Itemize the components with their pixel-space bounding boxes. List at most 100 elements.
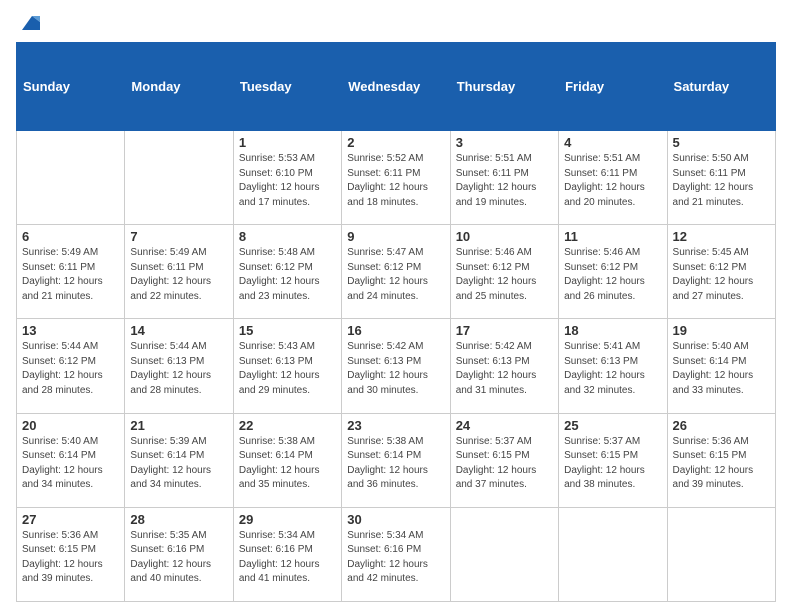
- calendar-cell: 17 Sunrise: 5:42 AM Sunset: 6:13 PM Dayli…: [450, 319, 558, 413]
- day-info: Sunrise: 5:49 AM Sunset: 6:11 PM Dayligh…: [130, 246, 227, 304]
- day-number: 22: [239, 418, 336, 433]
- calendar-table: SundayMondayTuesdayWednesdayThursdayFrid…: [16, 42, 776, 602]
- day-info: Sunrise: 5:50 AM Sunset: 6:11 PM Dayligh…: [673, 152, 770, 210]
- calendar-week-row: 27Sunrise: 5:36 AM Sunset: 6:15 PM Dayli…: [17, 507, 776, 601]
- calendar-cell: [450, 507, 558, 601]
- day-number: 18: [564, 323, 661, 338]
- day-number: 19: [673, 323, 770, 338]
- logo-icon: [18, 12, 40, 34]
- day-number: 16: [347, 323, 444, 338]
- day-number: 28: [130, 512, 227, 527]
- day-number: 12: [673, 229, 770, 244]
- calendar-cell: 8 Sunrise: 5:48 AM Sunset: 6:12 PM Daylig…: [233, 225, 341, 319]
- day-number: 23: [347, 418, 444, 433]
- day-number: 29: [239, 512, 336, 527]
- calendar-cell: 10 Sunrise: 5:46 AM Sunset: 6:12 PM Dayli…: [450, 225, 558, 319]
- day-info: Sunrise: 5:44 AM Sunset: 6:12 PM Dayligh…: [22, 340, 119, 398]
- calendar-cell: 27Sunrise: 5:36 AM Sunset: 6:15 PM Dayli…: [17, 507, 125, 601]
- col-header-thursday: Thursday: [450, 43, 558, 131]
- day-number: 5: [673, 135, 770, 150]
- calendar-cell: 30Sunrise: 5:34 AM Sunset: 6:16 PM Dayli…: [342, 507, 450, 601]
- calendar-cell: 26 Sunrise: 5:36 AM Sunset: 6:15 PM Dayli…: [667, 413, 775, 507]
- day-number: 20: [22, 418, 119, 433]
- calendar-cell: 15Sunrise: 5:43 AM Sunset: 6:13 PM Dayli…: [233, 319, 341, 413]
- calendar-cell: 16 Sunrise: 5:42 AM Sunset: 6:13 PM Dayli…: [342, 319, 450, 413]
- day-info: Sunrise: 5:34 AM Sunset: 6:16 PM Dayligh…: [347, 529, 444, 587]
- header: [16, 12, 776, 34]
- day-info: Sunrise: 5:47 AM Sunset: 6:12 PM Dayligh…: [347, 246, 444, 304]
- calendar-cell: 20 Sunrise: 5:40 AM Sunset: 6:14 PM Dayli…: [17, 413, 125, 507]
- col-header-saturday: Saturday: [667, 43, 775, 131]
- day-number: 13: [22, 323, 119, 338]
- day-info: Sunrise: 5:46 AM Sunset: 6:12 PM Dayligh…: [456, 246, 553, 304]
- calendar-cell: 7 Sunrise: 5:49 AM Sunset: 6:11 PM Daylig…: [125, 225, 233, 319]
- day-info: Sunrise: 5:49 AM Sunset: 6:11 PM Dayligh…: [22, 246, 119, 304]
- calendar-cell: 2 Sunrise: 5:52 AM Sunset: 6:11 PM Daylig…: [342, 131, 450, 225]
- day-number: 1: [239, 135, 336, 150]
- day-info: Sunrise: 5:52 AM Sunset: 6:11 PM Dayligh…: [347, 152, 444, 210]
- col-header-wednesday: Wednesday: [342, 43, 450, 131]
- calendar-cell: [125, 131, 233, 225]
- calendar-cell: 24 Sunrise: 5:37 AM Sunset: 6:15 PM Dayli…: [450, 413, 558, 507]
- calendar-cell: 29 Sunrise: 5:34 AM Sunset: 6:16 PM Dayli…: [233, 507, 341, 601]
- day-info: Sunrise: 5:36 AM Sunset: 6:15 PM Dayligh…: [673, 435, 770, 493]
- day-number: 25: [564, 418, 661, 433]
- day-info: Sunrise: 5:40 AM Sunset: 6:14 PM Dayligh…: [22, 435, 119, 493]
- day-number: 10: [456, 229, 553, 244]
- calendar-cell: 9Sunrise: 5:47 AM Sunset: 6:12 PM Daylig…: [342, 225, 450, 319]
- calendar-cell: 11Sunrise: 5:46 AM Sunset: 6:12 PM Dayli…: [559, 225, 667, 319]
- day-number: 4: [564, 135, 661, 150]
- day-number: 27: [22, 512, 119, 527]
- calendar-cell: [17, 131, 125, 225]
- calendar-cell: 22 Sunrise: 5:38 AM Sunset: 6:14 PM Dayli…: [233, 413, 341, 507]
- day-info: Sunrise: 5:39 AM Sunset: 6:14 PM Dayligh…: [130, 435, 227, 493]
- calendar-week-row: 13 Sunrise: 5:44 AM Sunset: 6:12 PM Dayli…: [17, 319, 776, 413]
- calendar-cell: 4 Sunrise: 5:51 AM Sunset: 6:11 PM Daylig…: [559, 131, 667, 225]
- day-info: Sunrise: 5:48 AM Sunset: 6:12 PM Dayligh…: [239, 246, 336, 304]
- calendar-cell: 14Sunrise: 5:44 AM Sunset: 6:13 PM Dayli…: [125, 319, 233, 413]
- col-header-sunday: Sunday: [17, 43, 125, 131]
- day-number: 7: [130, 229, 227, 244]
- calendar-week-row: 6 Sunrise: 5:49 AM Sunset: 6:11 PM Daylig…: [17, 225, 776, 319]
- day-info: Sunrise: 5:46 AM Sunset: 6:12 PM Dayligh…: [564, 246, 661, 304]
- calendar-cell: 5 Sunrise: 5:50 AM Sunset: 6:11 PM Daylig…: [667, 131, 775, 225]
- day-number: 24: [456, 418, 553, 433]
- day-info: Sunrise: 5:44 AM Sunset: 6:13 PM Dayligh…: [130, 340, 227, 398]
- day-info: Sunrise: 5:42 AM Sunset: 6:13 PM Dayligh…: [456, 340, 553, 398]
- calendar-week-row: 1 Sunrise: 5:53 AM Sunset: 6:10 PM Daylig…: [17, 131, 776, 225]
- day-number: 6: [22, 229, 119, 244]
- calendar-week-row: 20 Sunrise: 5:40 AM Sunset: 6:14 PM Dayli…: [17, 413, 776, 507]
- calendar-cell: 18 Sunrise: 5:41 AM Sunset: 6:13 PM Dayli…: [559, 319, 667, 413]
- day-info: Sunrise: 5:38 AM Sunset: 6:14 PM Dayligh…: [347, 435, 444, 493]
- calendar-cell: 19Sunrise: 5:40 AM Sunset: 6:14 PM Dayli…: [667, 319, 775, 413]
- calendar-cell: 25 Sunrise: 5:37 AM Sunset: 6:15 PM Dayli…: [559, 413, 667, 507]
- day-info: Sunrise: 5:37 AM Sunset: 6:15 PM Dayligh…: [456, 435, 553, 493]
- calendar-cell: [559, 507, 667, 601]
- day-info: Sunrise: 5:43 AM Sunset: 6:13 PM Dayligh…: [239, 340, 336, 398]
- col-header-friday: Friday: [559, 43, 667, 131]
- day-number: 26: [673, 418, 770, 433]
- logo: [16, 12, 40, 34]
- calendar-cell: 6 Sunrise: 5:49 AM Sunset: 6:11 PM Daylig…: [17, 225, 125, 319]
- day-info: Sunrise: 5:37 AM Sunset: 6:15 PM Dayligh…: [564, 435, 661, 493]
- day-number: 8: [239, 229, 336, 244]
- day-number: 3: [456, 135, 553, 150]
- day-number: 21: [130, 418, 227, 433]
- calendar-header-row: SundayMondayTuesdayWednesdayThursdayFrid…: [17, 43, 776, 131]
- day-info: Sunrise: 5:41 AM Sunset: 6:13 PM Dayligh…: [564, 340, 661, 398]
- day-number: 17: [456, 323, 553, 338]
- calendar-cell: 1 Sunrise: 5:53 AM Sunset: 6:10 PM Daylig…: [233, 131, 341, 225]
- day-number: 2: [347, 135, 444, 150]
- day-info: Sunrise: 5:42 AM Sunset: 6:13 PM Dayligh…: [347, 340, 444, 398]
- col-header-tuesday: Tuesday: [233, 43, 341, 131]
- day-info: Sunrise: 5:35 AM Sunset: 6:16 PM Dayligh…: [130, 529, 227, 587]
- day-info: Sunrise: 5:38 AM Sunset: 6:14 PM Dayligh…: [239, 435, 336, 493]
- day-info: Sunrise: 5:53 AM Sunset: 6:10 PM Dayligh…: [239, 152, 336, 210]
- day-info: Sunrise: 5:51 AM Sunset: 6:11 PM Dayligh…: [564, 152, 661, 210]
- calendar-cell: [667, 507, 775, 601]
- calendar-cell: 13 Sunrise: 5:44 AM Sunset: 6:12 PM Dayli…: [17, 319, 125, 413]
- col-header-monday: Monday: [125, 43, 233, 131]
- calendar-cell: 28 Sunrise: 5:35 AM Sunset: 6:16 PM Dayli…: [125, 507, 233, 601]
- calendar-cell: 12Sunrise: 5:45 AM Sunset: 6:12 PM Dayli…: [667, 225, 775, 319]
- day-info: Sunrise: 5:34 AM Sunset: 6:16 PM Dayligh…: [239, 529, 336, 587]
